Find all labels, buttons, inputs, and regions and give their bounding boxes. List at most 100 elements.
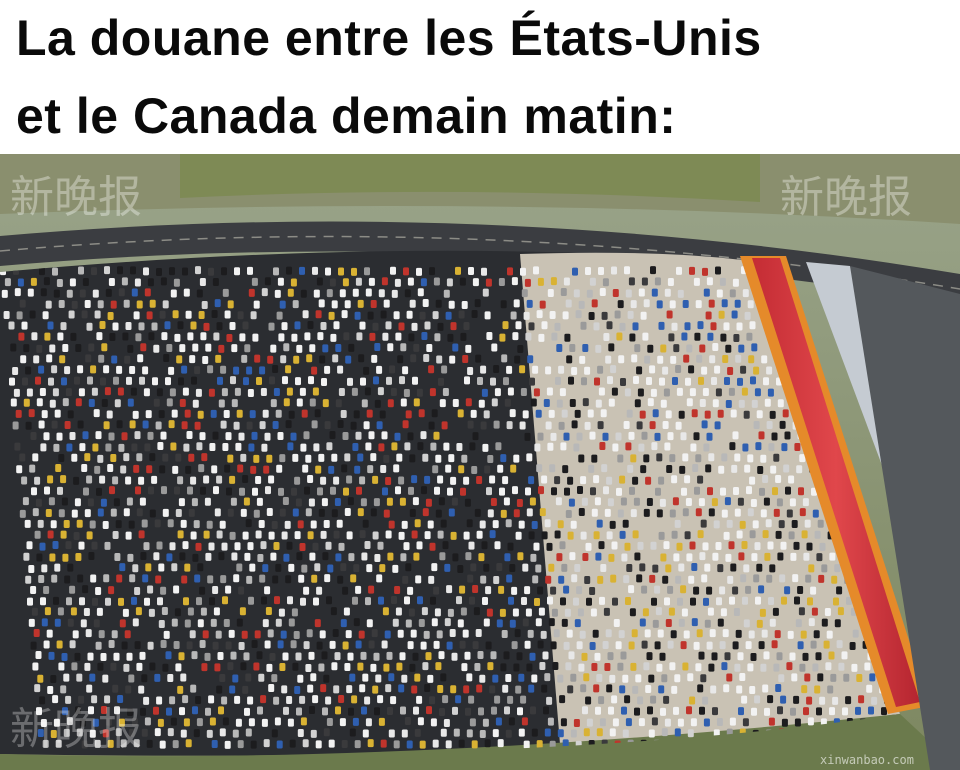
car [267, 629, 274, 638]
car [157, 718, 164, 727]
car [214, 508, 221, 517]
car [309, 344, 316, 353]
car [377, 541, 384, 550]
car [250, 311, 257, 320]
car [485, 641, 492, 650]
car [141, 519, 148, 528]
car [618, 630, 625, 639]
car [95, 586, 102, 595]
car [666, 465, 673, 474]
car [787, 630, 794, 639]
car [58, 453, 65, 462]
car [211, 465, 218, 474]
car [280, 355, 287, 364]
car [37, 674, 44, 683]
car [460, 487, 466, 496]
car [164, 321, 171, 330]
car [304, 486, 310, 495]
car [751, 399, 758, 408]
car [856, 674, 863, 683]
car [234, 695, 241, 704]
car [222, 442, 229, 451]
car [486, 487, 492, 496]
car [466, 519, 473, 528]
car [459, 640, 466, 649]
car [136, 662, 143, 671]
car [303, 641, 310, 650]
car [605, 355, 612, 364]
car [133, 464, 140, 473]
car [418, 619, 425, 628]
car [22, 377, 28, 386]
car [645, 684, 652, 693]
car [162, 663, 169, 672]
car [527, 355, 534, 364]
car [576, 586, 583, 595]
car [212, 641, 219, 650]
car [353, 410, 360, 419]
car [84, 509, 91, 518]
car [262, 619, 269, 628]
car [101, 399, 108, 408]
car [676, 266, 682, 275]
car [332, 629, 339, 638]
car [56, 432, 63, 441]
car [372, 322, 379, 331]
car [230, 376, 236, 385]
car [539, 662, 546, 671]
car [52, 388, 59, 397]
car [38, 574, 45, 583]
car [260, 541, 267, 550]
car [270, 344, 277, 353]
car [183, 597, 189, 606]
car [644, 355, 651, 364]
car [766, 574, 773, 583]
car [350, 421, 357, 430]
car [114, 553, 121, 562]
car [799, 508, 806, 517]
car [681, 487, 687, 496]
car [416, 388, 423, 397]
car [490, 651, 497, 660]
car [593, 531, 600, 540]
car [836, 586, 843, 595]
car [372, 475, 379, 484]
car [190, 531, 197, 540]
car [168, 366, 175, 375]
car [660, 707, 666, 716]
car [259, 574, 266, 583]
car [276, 464, 283, 473]
car [741, 695, 748, 704]
car [530, 706, 536, 715]
car [660, 553, 667, 562]
car [546, 542, 553, 551]
car [690, 597, 696, 606]
car [415, 575, 422, 584]
car [159, 310, 166, 319]
car [221, 388, 228, 397]
car [760, 509, 767, 518]
car [849, 641, 856, 650]
car [670, 355, 677, 364]
car [735, 354, 742, 363]
car [762, 475, 769, 484]
car [155, 421, 162, 430]
car [585, 266, 591, 275]
car [781, 596, 787, 605]
car [98, 354, 105, 363]
car [162, 453, 169, 462]
car [355, 431, 362, 440]
car [142, 420, 149, 429]
car [665, 619, 672, 628]
car [106, 410, 113, 419]
car [749, 530, 756, 539]
car [58, 662, 65, 671]
car [741, 387, 748, 396]
car [664, 288, 671, 297]
car [615, 641, 622, 650]
car [318, 453, 325, 462]
car [264, 277, 271, 286]
car [355, 640, 362, 649]
car [318, 508, 325, 517]
car [92, 443, 99, 452]
